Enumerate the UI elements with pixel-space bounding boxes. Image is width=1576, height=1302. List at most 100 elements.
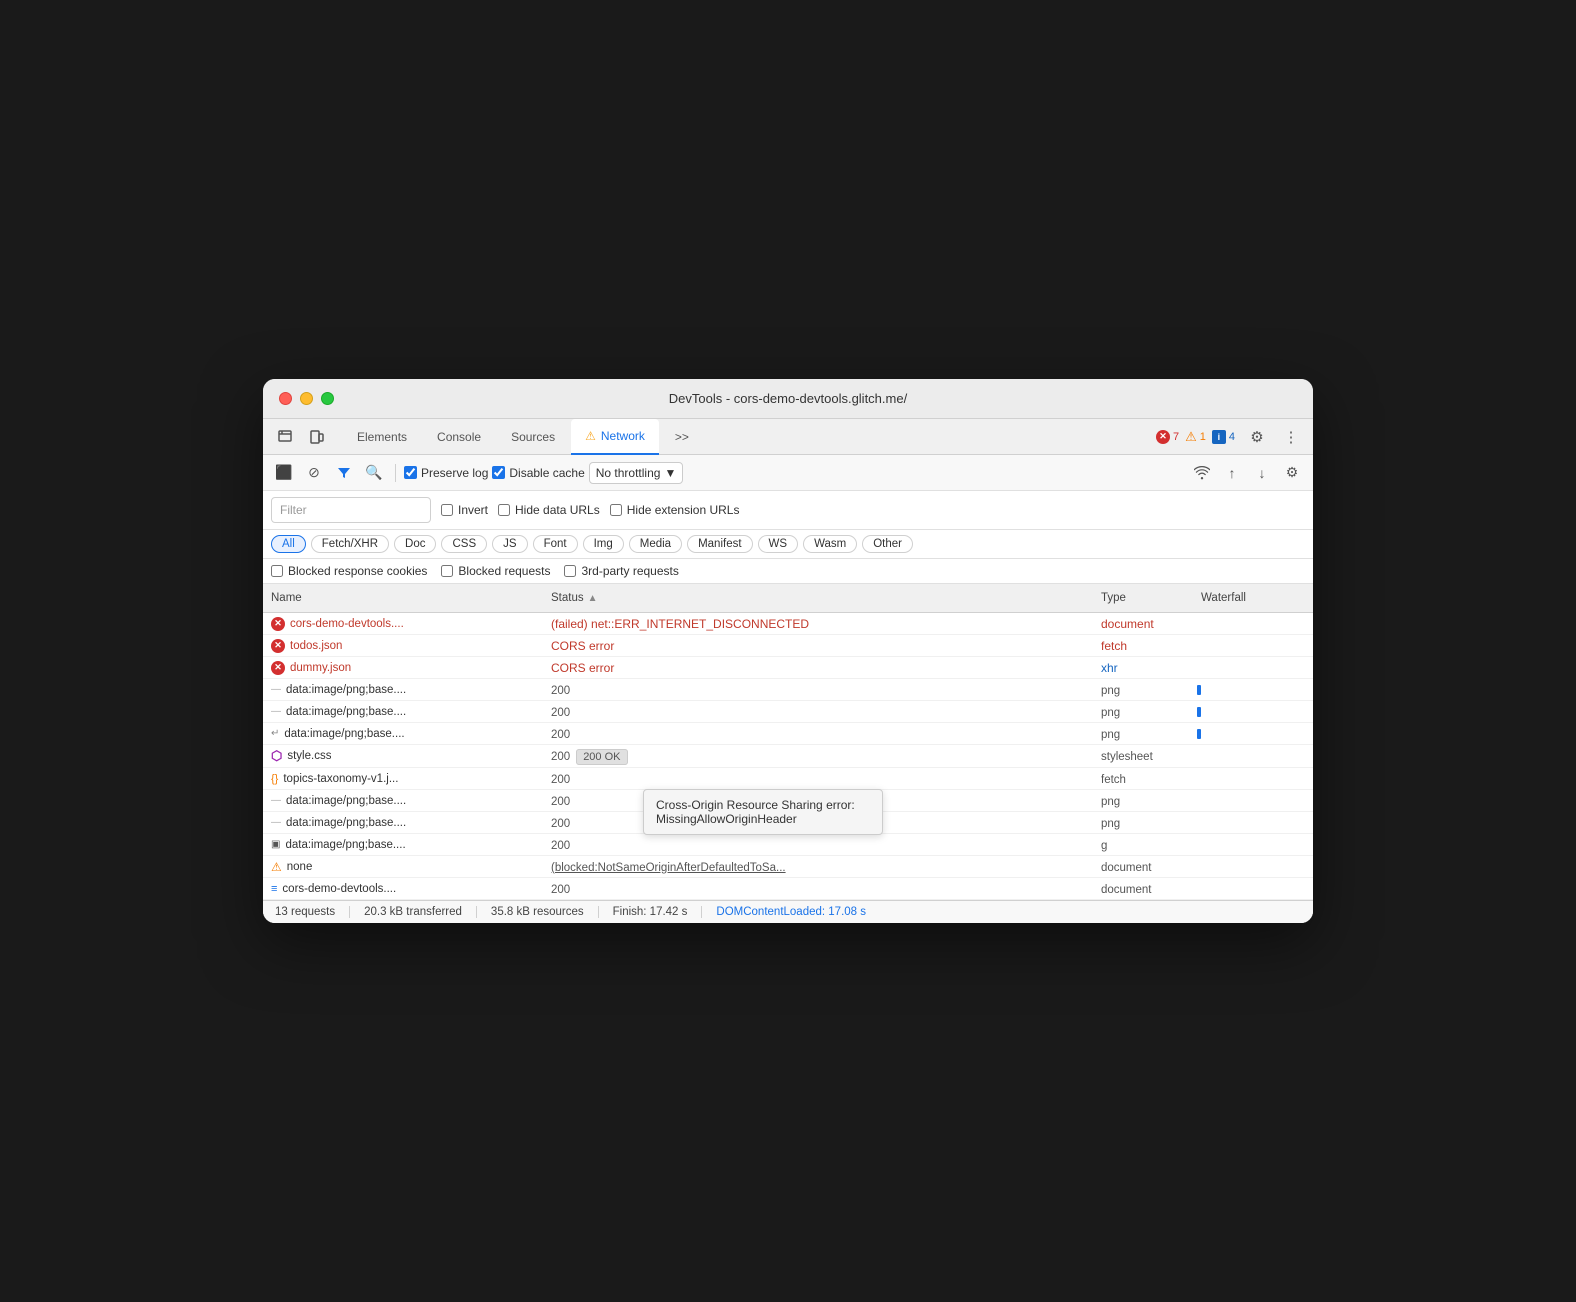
tab-network[interactable]: ⚠ Network — [571, 419, 659, 455]
warn-icon: ⚠ — [271, 860, 282, 874]
invert-group[interactable]: Invert — [441, 503, 488, 517]
type-pill-manifest[interactable]: Manifest — [687, 535, 752, 553]
blocked-requests-checkbox[interactable] — [441, 565, 453, 577]
type-pill-all[interactable]: All — [271, 535, 306, 553]
table-row[interactable]: ▣ data:image/png;base.... 200 g — [263, 834, 1313, 856]
network-settings-icon[interactable]: ⚙ — [1279, 460, 1305, 486]
throttle-select[interactable]: No throttling ▼ — [589, 462, 684, 484]
clear-button[interactable]: ⊘ — [301, 460, 327, 486]
td-name: ✕ cors-demo-devtools.... — [263, 614, 543, 634]
settings-icon[interactable]: ⚙ — [1243, 423, 1271, 451]
disable-cache-checkbox[interactable] — [492, 466, 505, 479]
export-icon[interactable]: ↓ — [1249, 460, 1275, 486]
td-waterfall — [1193, 753, 1313, 759]
row-name: data:image/png;base.... — [284, 728, 404, 740]
type-pill-js[interactable]: JS — [492, 535, 527, 553]
type-pill-fetch[interactable]: Fetch/XHR — [311, 535, 389, 553]
row-type: document — [1101, 862, 1152, 874]
tab-elements[interactable]: Elements — [343, 419, 421, 455]
more-options-icon[interactable]: ⋮ — [1277, 423, 1305, 451]
type-pill-css[interactable]: CSS — [441, 535, 487, 553]
device-icon[interactable] — [303, 423, 331, 451]
row-name: data:image/png;base.... — [286, 706, 406, 718]
table-row[interactable]: ✕ dummy.json CORS error xhr — [263, 657, 1313, 679]
table-row[interactable]: ✕ todos.json CORS error fetch — [263, 635, 1313, 657]
third-party-group[interactable]: 3rd-party requests — [564, 564, 678, 578]
maximize-button[interactable] — [321, 392, 334, 405]
preserve-log-checkbox[interactable] — [404, 466, 417, 479]
td-name: ✕ dummy.json — [263, 658, 543, 678]
filter-icon[interactable] — [331, 460, 357, 486]
devtools-window: DevTools - cors-demo-devtools.glitch.me/ — [263, 379, 1313, 923]
tab-more[interactable]: >> — [661, 419, 703, 455]
tab-sources[interactable]: Sources — [497, 419, 569, 455]
titlebar: DevTools - cors-demo-devtools.glitch.me/ — [263, 379, 1313, 419]
filter-input[interactable] — [280, 503, 422, 517]
wifi-icon[interactable] — [1189, 460, 1215, 486]
td-name: — data:image/png;base.... — [263, 681, 543, 699]
row-name: none — [287, 861, 313, 873]
status-text: CORS error — [551, 661, 614, 675]
status-text: (failed) net::ERR_INTERNET_DISCONNECTED — [551, 617, 809, 631]
status-text: 200 — [551, 840, 570, 852]
td-type: png — [1093, 813, 1193, 833]
search-icon[interactable]: 🔍 — [361, 460, 387, 486]
invert-checkbox[interactable] — [441, 504, 453, 516]
table-row[interactable]: ↵ data:image/png;base.... 200 png — [263, 723, 1313, 745]
dom-content-loaded: DOMContentLoaded: 17.08 s — [716, 906, 880, 918]
toolbar-icons: ↑ ↓ ⚙ — [1189, 460, 1305, 486]
type-pill-wasm[interactable]: Wasm — [803, 535, 857, 553]
tab-console[interactable]: Console — [423, 419, 495, 455]
table-row[interactable]: {} topics-taxonomy-v1.j... 200 fetch — [263, 768, 1313, 790]
td-waterfall — [1193, 665, 1313, 671]
td-waterfall — [1193, 704, 1313, 720]
type-pill-img[interactable]: Img — [583, 535, 624, 553]
table-row[interactable]: — data:image/png;base.... 200 png — [263, 679, 1313, 701]
network-table-container: Name Status ▲ Type Waterfall — [263, 584, 1313, 900]
table-row[interactable]: ⬡ style.css 200200 OK stylesheet — [263, 745, 1313, 768]
type-pill-font[interactable]: Font — [533, 535, 578, 553]
hide-extension-urls-group[interactable]: Hide extension URLs — [610, 503, 740, 517]
td-waterfall — [1193, 776, 1313, 782]
close-button[interactable] — [279, 392, 292, 405]
blocked-cookies-checkbox[interactable] — [271, 565, 283, 577]
filter-input-wrapper[interactable] — [271, 497, 431, 523]
type-pill-doc[interactable]: Doc — [394, 535, 436, 553]
row-type: document — [1101, 617, 1154, 631]
hide-extension-urls-checkbox[interactable] — [610, 504, 622, 516]
type-pill-ws[interactable]: WS — [758, 535, 799, 553]
hide-data-urls-checkbox[interactable] — [498, 504, 510, 516]
table-row[interactable]: ⚠ none (blocked:NotSameOriginAfterDefaul… — [263, 856, 1313, 878]
hide-data-urls-group[interactable]: Hide data URLs — [498, 503, 600, 517]
table-row[interactable]: — data:image/png;base.... 200 png — [263, 701, 1313, 723]
table-body: ✕ cors-demo-devtools.... (failed) net::E… — [263, 613, 1313, 900]
row-type: fetch — [1101, 639, 1127, 653]
type-pill-other[interactable]: Other — [862, 535, 913, 553]
status-text: 200 — [551, 707, 570, 719]
row-name: dummy.json — [290, 662, 351, 674]
blocked-cookies-group[interactable]: Blocked response cookies — [271, 564, 427, 578]
inspect-icon[interactable] — [271, 423, 299, 451]
table-row[interactable]: ≡ cors-demo-devtools.... 200 document — [263, 878, 1313, 900]
td-waterfall — [1193, 621, 1313, 627]
td-waterfall — [1193, 643, 1313, 649]
stop-recording-button[interactable]: ⬛ — [271, 460, 297, 486]
td-type: xhr — [1093, 658, 1193, 678]
status-text: 200 — [551, 774, 570, 786]
row-name: data:image/png;base.... — [286, 817, 406, 829]
td-status: 200 — [543, 879, 1093, 899]
disable-cache-group[interactable]: Disable cache — [492, 466, 584, 480]
minimize-button[interactable] — [300, 392, 313, 405]
type-pill-media[interactable]: Media — [629, 535, 682, 553]
third-party-checkbox[interactable] — [564, 565, 576, 577]
blocked-requests-group[interactable]: Blocked requests — [441, 564, 550, 578]
td-type: document — [1093, 614, 1193, 634]
th-status: Status ▲ — [543, 588, 1093, 608]
import-icon[interactable]: ↑ — [1219, 460, 1245, 486]
table-row[interactable]: ✕ cors-demo-devtools.... (failed) net::E… — [263, 613, 1313, 635]
row-name: style.css — [287, 750, 331, 762]
preserve-log-group[interactable]: Preserve log — [404, 466, 488, 480]
row-name: cors-demo-devtools.... — [290, 618, 404, 630]
row-type: png — [1101, 729, 1120, 741]
td-type: document — [1093, 879, 1193, 899]
